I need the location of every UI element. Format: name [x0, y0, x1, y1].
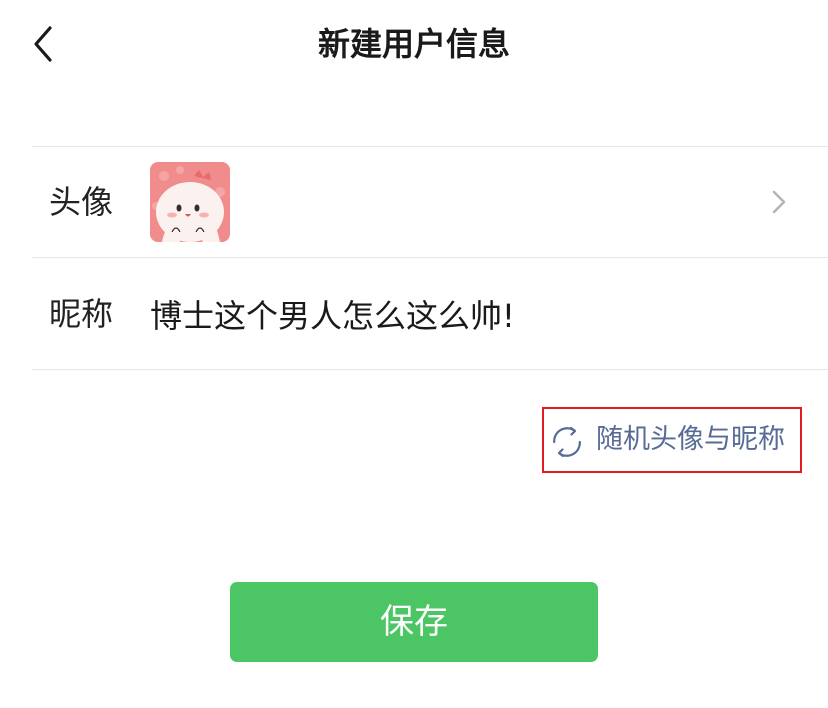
random-avatar-nickname-button[interactable]: 随机头像与昵称	[542, 407, 802, 473]
avatar-row[interactable]: 头像	[32, 146, 828, 257]
save-button[interactable]: 保存	[230, 582, 598, 662]
nav-bar: 新建用户信息	[0, 0, 828, 90]
nickname-label: 昵称	[49, 295, 114, 333]
nickname-field[interactable]: 博士这个男人怎么这么帅!	[150, 294, 515, 338]
random-label: 随机头像与昵称	[596, 424, 785, 455]
chevron-right-icon	[772, 190, 786, 214]
avatar[interactable]	[150, 162, 230, 242]
refresh-icon	[553, 426, 581, 458]
avatar-row-arrow	[768, 186, 792, 218]
nickname-row: 昵称 博士这个男人怎么这么帅!	[32, 258, 828, 369]
divider	[32, 369, 828, 370]
avatar-label: 头像	[49, 183, 114, 221]
page-title: 新建用户信息	[317, 25, 510, 63]
